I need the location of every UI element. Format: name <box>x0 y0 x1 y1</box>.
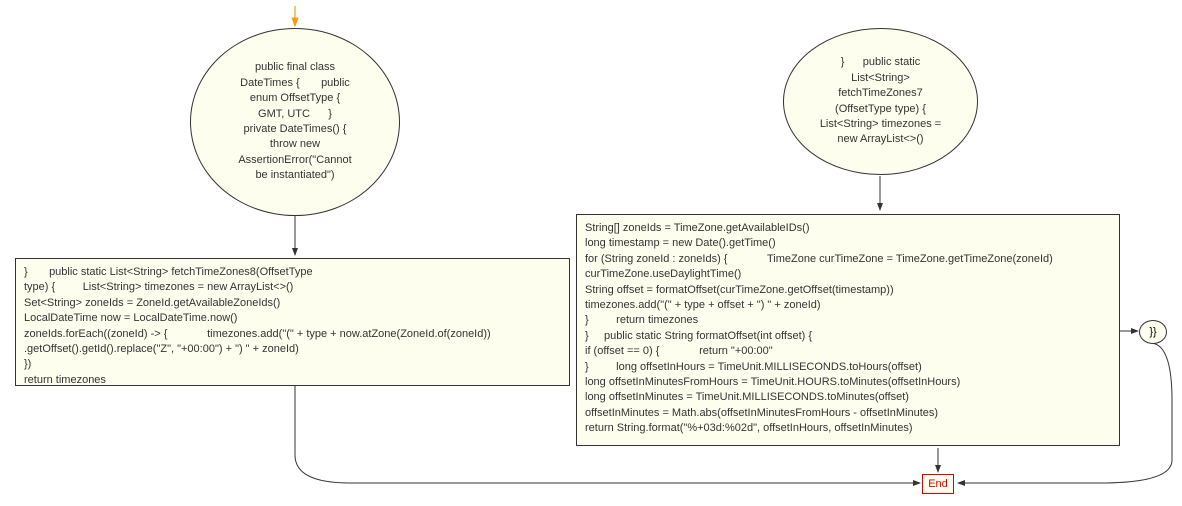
rect-node-1: } public static List<String> fetchTimeZo… <box>15 258 570 386</box>
closing-braces-node: }} <box>1139 320 1167 344</box>
ellipse-node-1: public final class DateTimes { public en… <box>190 28 400 216</box>
end-node: End <box>922 474 954 494</box>
rect-node-2: String[] zoneIds = TimeZone.getAvailable… <box>576 214 1120 446</box>
ellipse-node-2: } public static List<String> fetchTimeZo… <box>783 28 978 175</box>
